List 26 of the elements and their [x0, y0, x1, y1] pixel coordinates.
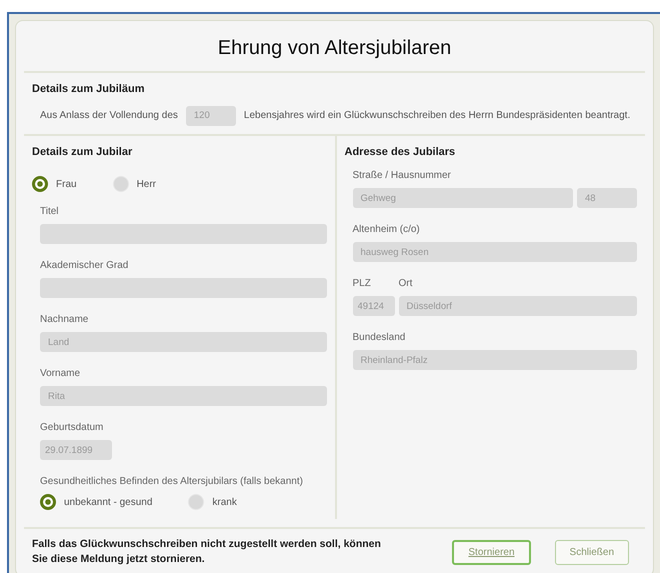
section-heading: Details zum Jubiläum	[32, 82, 146, 97]
radio-label: Frau	[56, 178, 77, 192]
dialog-button[interactable]: Schließen	[554, 540, 629, 565]
dialog-button[interactable]: Stornieren	[452, 540, 531, 565]
field-label: Titel	[40, 205, 60, 219]
radio-label: krank	[212, 496, 237, 510]
field-label: Straße / Hausnummer	[352, 169, 452, 183]
radio-label: Herr	[136, 178, 156, 192]
field-label: Nachname	[40, 313, 90, 327]
section-heading: Details zum Jubilar	[32, 144, 134, 160]
field-label: Altenheim (c/o)	[352, 223, 421, 237]
sentence-text: Lebensjahres wird ein Glückwunschschreiben des Herrn Bundespräsidenten beantragt.	[244, 109, 630, 123]
radio-button[interactable]	[40, 494, 56, 510]
field-label: Bundesland	[352, 331, 406, 345]
field-label: PLZ	[352, 277, 372, 291]
dialog-title: Ehrung von Altersjubilaren	[216, 36, 452, 61]
field-label: Akademischer Grad	[40, 259, 130, 273]
field-label: Gesundheitliches Befinden des Altersjubilars (falls bekannt)	[40, 475, 304, 489]
field-label: Ort	[398, 277, 414, 291]
radio-button[interactable]	[32, 176, 48, 192]
field-label: Vorname	[40, 367, 82, 381]
field-label: Geburtsdatum	[40, 421, 104, 435]
radio-label: unbekannt - gesund	[64, 496, 152, 510]
section-heading: Adresse des Jubilars	[344, 144, 456, 160]
sentence-text: Aus Anlass der Vollendung des	[40, 109, 178, 123]
footer-message: Falls das Glückwunschschreiben nicht zugestellt werden soll, können Sie diese Meldung jetzt stornieren.	[32, 536, 382, 568]
